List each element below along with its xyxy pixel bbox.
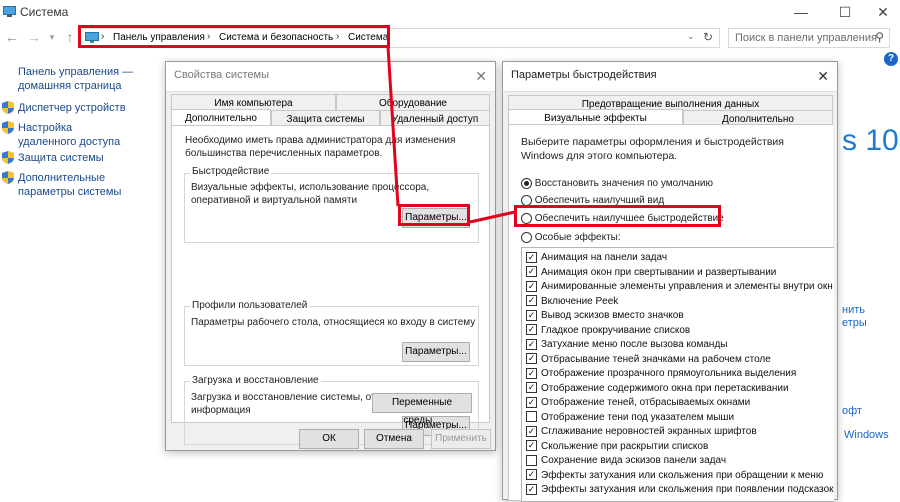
connector-lines bbox=[386, 46, 516, 224]
